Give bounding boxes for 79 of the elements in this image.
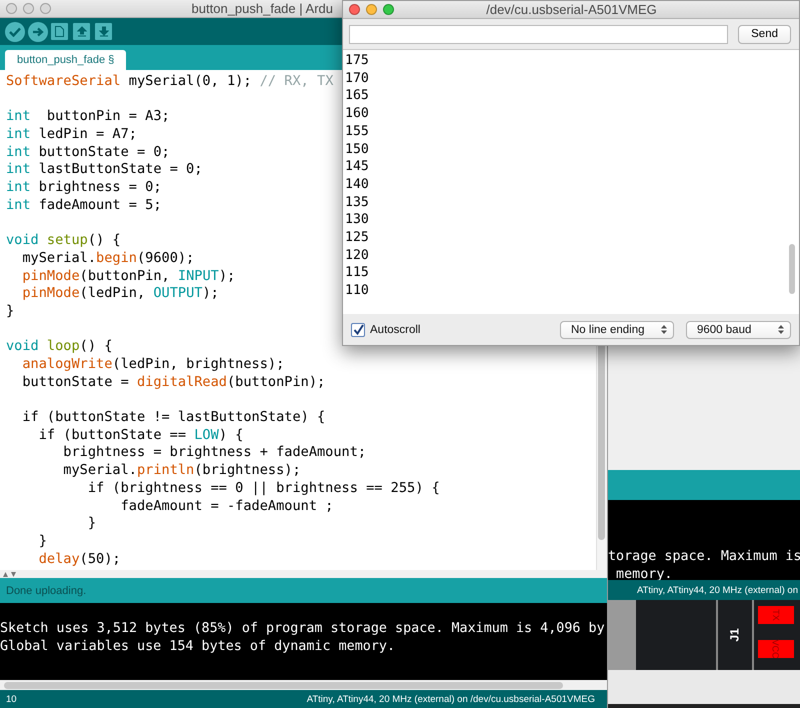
code-line: int fadeAmount = 5;: [6, 196, 162, 214]
autoscroll-checkbox[interactable]: Autoscroll: [351, 322, 420, 336]
checkbox[interactable]: [351, 322, 365, 336]
output-line: 135: [345, 194, 370, 212]
output-line: 110: [345, 282, 370, 300]
checkbox-label: Autoscroll: [370, 324, 420, 336]
down-arrow-icon: [98, 26, 108, 37]
window-title: /dev/cu.usbserial-A501VMEG: [486, 2, 657, 17]
code-line: }: [6, 302, 14, 321]
output-line: 125: [345, 229, 370, 247]
up-down-arrows-icon[interactable]: [3, 572, 17, 576]
file-tab[interactable]: button_push_fade §: [5, 50, 126, 70]
input-field[interactable]: [349, 24, 728, 44]
output-line: 120: [345, 246, 370, 264]
caret-icon: [661, 325, 667, 334]
console-line: Sketch uses 3,512 bytes (85%) of program storage space. Maximum is 4,096 by: [0, 620, 606, 638]
minimize-button[interactable]: [23, 3, 34, 14]
code-line: int buttonState = 0;: [6, 144, 170, 162]
output-line: 170: [345, 70, 370, 88]
window-title: button_push_fade | Ardu: [192, 1, 333, 16]
down-arrow-button[interactable]: [95, 23, 112, 40]
output-line: 155: [345, 122, 370, 141]
output-line: 165: [345, 87, 370, 106]
close-button[interactable]: [6, 3, 17, 14]
code-line: fadeAmount = -fadeAmount ;: [120, 498, 334, 516]
board-info: ATtiny, ATtiny44, 20 MHz (external) on /dev/cu.usbserial-A501VMEG: [306, 694, 595, 704]
output-line: 115: [345, 264, 370, 282]
zoom-button[interactable]: [383, 4, 394, 15]
line-ending-dropdown[interactable]: No line ending: [560, 320, 674, 338]
pad-label: VCC: [758, 640, 794, 658]
code-line: if (buttonState != lastButtonState) {: [21, 409, 326, 427]
output-line: 130: [345, 211, 370, 230]
code-line: int lastButtonState = 0;: [6, 161, 202, 180]
code-line: }: [86, 515, 96, 533]
right-arrow-icon: [32, 26, 44, 36]
output-line: 160: [345, 105, 370, 123]
caret-icon: [778, 325, 784, 334]
code-line: void loop() {: [6, 338, 112, 356]
send-button[interactable]: Send: [738, 24, 791, 44]
check-icon: [9, 26, 21, 36]
code-line: void setup() {: [6, 232, 121, 250]
output-line: 150: [345, 140, 370, 158]
pad-label: TX: [758, 606, 794, 624]
up-arrow-icon: [76, 26, 86, 37]
code-line: mySerial.begin(9600);: [21, 250, 194, 268]
zoom-button[interactable]: [40, 3, 51, 14]
code-line: brightness = brightness + fadeAmount;: [62, 444, 366, 462]
status-message: Done uploading.: [0, 578, 607, 603]
code-line: pinMode(buttonPin, INPUT);: [21, 268, 236, 286]
output-line: 140: [345, 176, 370, 194]
code-line: }: [38, 532, 47, 551]
baud-rate-dropdown[interactable]: 9600 baud: [686, 320, 791, 338]
document-button[interactable]: [51, 23, 68, 40]
document-icon: [55, 26, 64, 37]
code-line: SoftwareSerial mySerial(0, 1); // RX, TX: [6, 73, 334, 91]
arrow-button[interactable]: [28, 22, 48, 42]
output-line: 175: [345, 52, 370, 70]
console-line: Global variables use 154 bytes of dynamic memory.: [0, 638, 396, 656]
code-line: analogWrite(ledPin, brightness);: [21, 356, 284, 374]
console-line: torage space. Maximum is: [608, 548, 800, 566]
board-info: ATtiny, ATtiny44, 20 MHz (external) on: [608, 580, 800, 600]
code-line: if (buttonState == LOW) {: [38, 426, 244, 444]
code-line: int buttonPin = A3;: [6, 108, 170, 126]
up-arrow-button[interactable]: [73, 23, 90, 40]
connector-label: J1: [728, 628, 742, 642]
check-button[interactable]: [5, 22, 25, 42]
code-line: if (brightness == 0 || brightness == 255) {: [86, 480, 440, 498]
code-line: pinMode(ledPin, OUTPUT);: [21, 285, 219, 303]
output-line: 145: [345, 158, 370, 176]
code-line: mySerial.println(brightness);: [62, 462, 301, 480]
code-line: buttonState = digitalRead(buttonPin);: [21, 374, 326, 392]
code-line: int brightness = 0;: [6, 179, 162, 197]
code-line: int ledPin = A7;: [6, 126, 137, 144]
checkmark-icon: [352, 324, 364, 335]
scrollbar[interactable]: [0, 680, 607, 690]
code-line: delay(50);: [38, 550, 121, 568]
minimize-button[interactable]: [366, 4, 377, 15]
line-number: 10: [6, 694, 17, 704]
close-button[interactable]: [349, 4, 360, 15]
